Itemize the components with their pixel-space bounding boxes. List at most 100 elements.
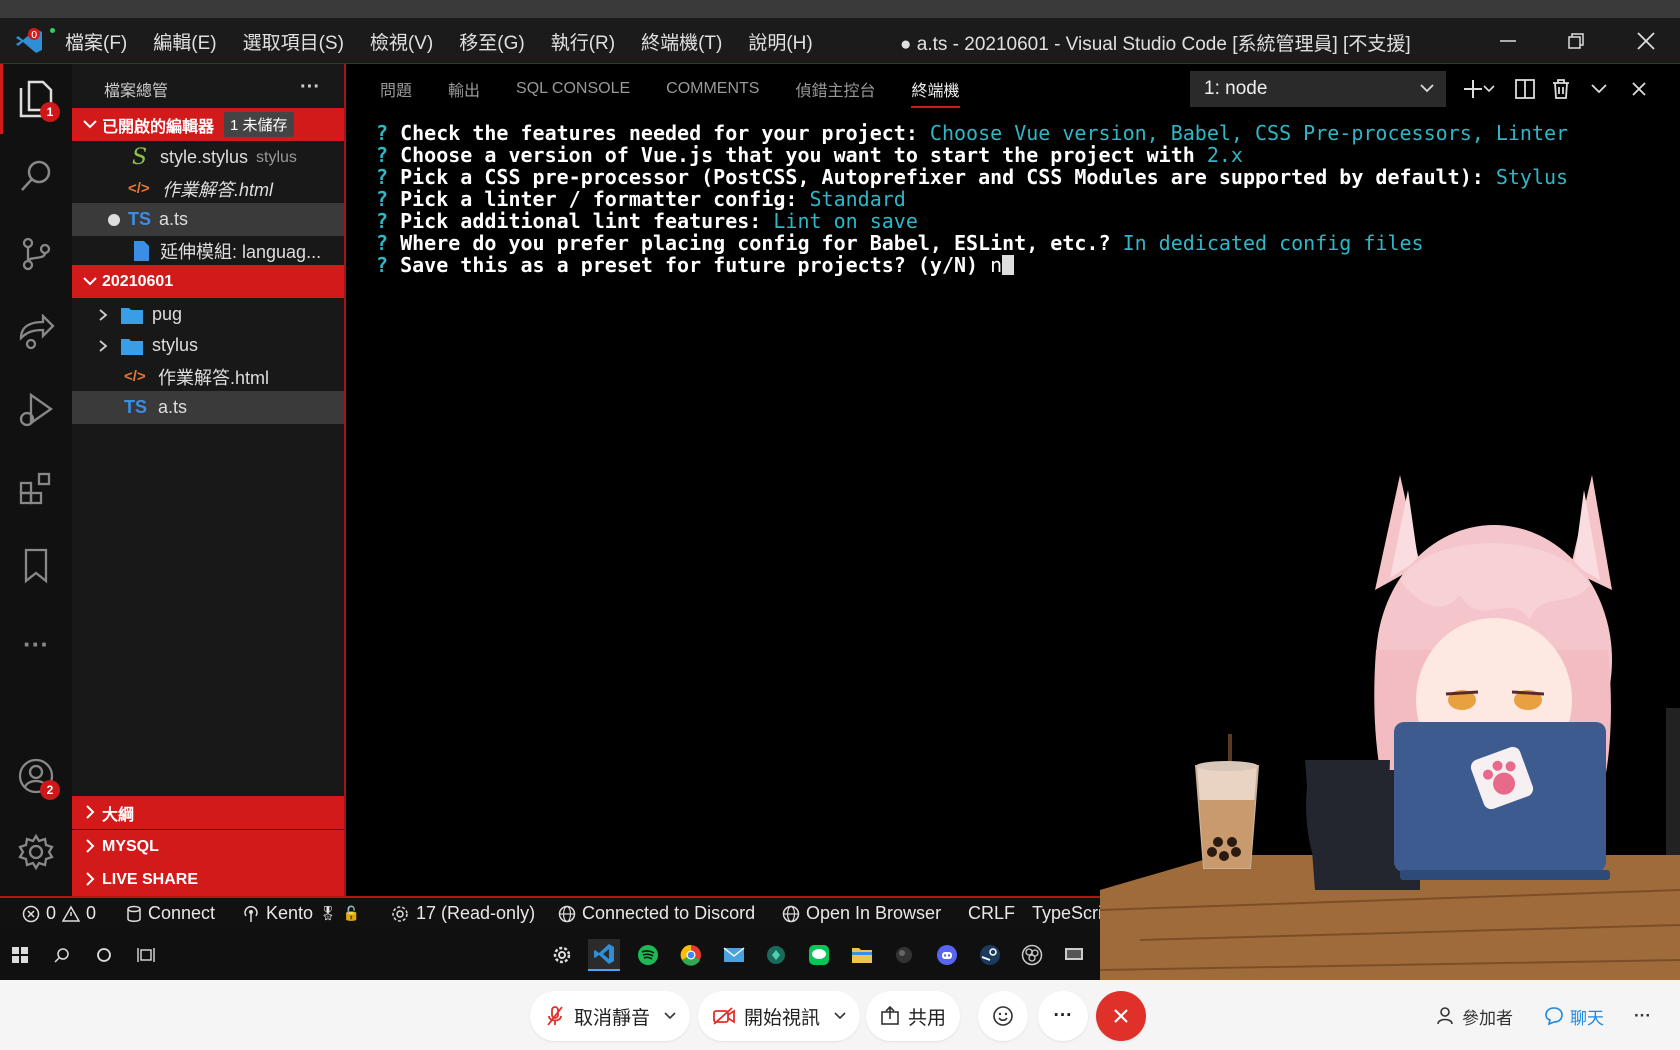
- overflow-menu-button[interactable]: ···: [1634, 991, 1651, 1041]
- tab-problems[interactable]: 問題: [380, 64, 412, 114]
- open-editor-item[interactable]: 𝑆 style.stylus stylus: [72, 141, 344, 174]
- reactions-button[interactable]: [978, 991, 1028, 1041]
- readonly-label: 17 (Read-only): [416, 903, 536, 923]
- tab-output[interactable]: 輸出: [448, 64, 480, 114]
- taskbar-steam[interactable]: [974, 939, 1006, 971]
- menu-go[interactable]: 移至(G): [459, 28, 524, 55]
- open-editor-item-active[interactable]: TS a.ts: [72, 203, 344, 236]
- taskbar-discord[interactable]: [931, 939, 963, 971]
- menu-view[interactable]: 檢視(V): [370, 28, 433, 55]
- open-in-browser-label: Open In Browser: [806, 903, 942, 923]
- explorer-activity[interactable]: 1: [10, 72, 62, 124]
- folder-label: 20210601: [102, 272, 174, 290]
- tab-terminal[interactable]: 終端機: [911, 64, 960, 114]
- taskbar-vscode[interactable]: [588, 939, 620, 971]
- settings-activity[interactable]: [10, 826, 62, 878]
- readonly-status[interactable]: 17 (Read-only): [390, 903, 535, 924]
- open-in-browser-status[interactable]: Open In Browser: [782, 903, 941, 924]
- restore-button[interactable]: [1548, 22, 1604, 60]
- error-icon: [22, 905, 40, 922]
- file-item-name: 作業解答.html: [158, 367, 270, 388]
- open-editor-item[interactable]: </> 作業解答.html: [72, 172, 344, 205]
- bookmarks-activity[interactable]: [10, 540, 62, 592]
- extensions-activity[interactable]: [10, 462, 62, 514]
- terminal-dropdown-button[interactable]: [1480, 74, 1498, 104]
- menu-terminal[interactable]: 終端機(T): [641, 28, 722, 55]
- cortana-button[interactable]: [88, 939, 120, 971]
- live-share-user-status[interactable]: Kento 🎖 🔓: [242, 903, 360, 924]
- open-editors-section[interactable]: 已開啟的編輯器 1 未儲存: [72, 108, 344, 141]
- menu-selection[interactable]: 選取項目(S): [243, 28, 344, 55]
- taskbar-chrome[interactable]: [675, 939, 707, 971]
- taskbar-search-button[interactable]: [46, 939, 78, 971]
- prompt-mark: ?: [376, 143, 389, 167]
- source-control-activity[interactable]: [10, 228, 62, 280]
- taskbar-obs[interactable]: [1016, 939, 1048, 971]
- accounts-activity[interactable]: 2: [10, 750, 62, 802]
- run-debug-activity[interactable]: [10, 384, 62, 436]
- search-activity[interactable]: [10, 150, 62, 202]
- chat-button[interactable]: 聊天: [1544, 991, 1604, 1041]
- problems-status[interactable]: 0 0: [22, 903, 96, 924]
- eol-status[interactable]: CRLF: [968, 903, 1015, 924]
- monitor-icon: [1065, 948, 1083, 960]
- file-item-active[interactable]: TS a.ts: [72, 391, 344, 424]
- tab-debug-console[interactable]: 偵錯主控台: [795, 64, 875, 114]
- explorer-more-button[interactable]: ···: [300, 76, 320, 99]
- unmute-button[interactable]: 取消靜音: [530, 991, 691, 1041]
- chevron-down-icon: [83, 277, 97, 286]
- minimize-button[interactable]: [1480, 22, 1536, 60]
- taskbar-app-green[interactable]: [760, 939, 792, 971]
- tab-comments[interactable]: COMMENTS: [666, 64, 759, 114]
- start-button[interactable]: [4, 939, 36, 971]
- split-terminal-button[interactable]: [1510, 74, 1540, 104]
- terminal-output[interactable]: ? Check the features needed for your pro…: [376, 122, 1666, 276]
- folder-section[interactable]: 20210601: [72, 265, 344, 298]
- taskbar-line[interactable]: [803, 939, 835, 971]
- folder-item[interactable]: pug: [72, 298, 344, 331]
- folder-item[interactable]: stylus: [72, 329, 344, 362]
- kill-terminal-button[interactable]: [1546, 74, 1576, 104]
- discord-status[interactable]: Connected to Discord: [558, 903, 755, 924]
- terminal-input: n: [990, 253, 1003, 277]
- chevron-down-icon: [1591, 84, 1607, 94]
- menu-edit[interactable]: 編輯(E): [153, 28, 216, 55]
- database-connect-status[interactable]: Connect: [126, 903, 215, 924]
- live-share-icon: [19, 314, 55, 350]
- line-icon: [809, 945, 829, 965]
- menu-file[interactable]: 檔案(F): [65, 28, 127, 55]
- menu-help[interactable]: 說明(H): [748, 28, 812, 55]
- terminal-question: Where do you prefer placing config for B…: [400, 231, 1123, 255]
- file-item[interactable]: </> 作業解答.html: [72, 360, 344, 393]
- taskbar-mail[interactable]: [718, 939, 750, 971]
- live-share-section[interactable]: LIVE SHARE: [72, 863, 344, 896]
- more-options-button[interactable]: ···: [1038, 991, 1088, 1041]
- open-editor-item[interactable]: 延伸模組: languag...: [72, 234, 344, 267]
- participants-button[interactable]: 參加者: [1436, 991, 1513, 1041]
- discord-icon: [937, 945, 957, 965]
- taskbar-app-monitor[interactable]: [1058, 939, 1090, 971]
- close-panel-button[interactable]: [1624, 74, 1654, 104]
- run-debug-icon: [19, 392, 54, 427]
- taskbar-spotify[interactable]: [632, 939, 664, 971]
- terminal-answer: Standard: [809, 187, 906, 211]
- start-video-button[interactable]: 開始視訊: [698, 991, 861, 1041]
- close-window-button[interactable]: [1618, 22, 1674, 60]
- taskbar-app-orb[interactable]: [888, 939, 920, 971]
- outline-section[interactable]: 大綱: [72, 796, 344, 829]
- tab-sql-console[interactable]: SQL CONSOLE: [516, 64, 630, 114]
- live-share-activity[interactable]: [10, 306, 62, 358]
- maximize-panel-button[interactable]: [1584, 74, 1614, 104]
- menu-run[interactable]: 執行(R): [551, 28, 615, 55]
- explorer-badge: 1: [40, 102, 60, 122]
- mysql-section[interactable]: MYSQL: [72, 830, 344, 863]
- leave-meeting-button[interactable]: [1096, 991, 1146, 1041]
- taskbar-settings[interactable]: [546, 939, 578, 971]
- share-screen-button[interactable]: 共用: [866, 991, 961, 1041]
- terminal-select[interactable]: 1: node: [1190, 71, 1446, 107]
- chevron-right-icon: [86, 805, 95, 819]
- taskbar-file-explorer[interactable]: [846, 939, 878, 971]
- more-activity[interactable]: ···: [10, 618, 62, 670]
- open-editor-name: 作業解答.html: [162, 179, 274, 200]
- task-view-button[interactable]: [130, 939, 162, 971]
